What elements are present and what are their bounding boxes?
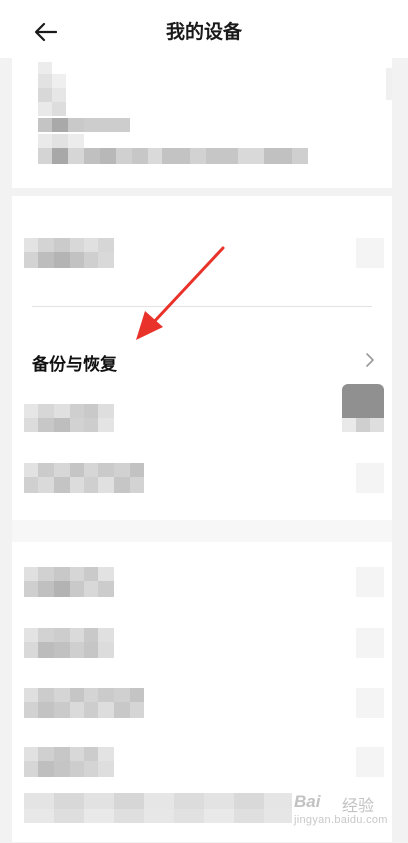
backup-restore-label: 备份与恢复	[32, 355, 117, 374]
chevron-right-icon	[366, 353, 374, 367]
page-title: 我的设备	[165, 22, 242, 43]
settings-list	[12, 196, 392, 842]
watermark-name: 经验	[342, 798, 375, 815]
watermark-url: jingyan.baidu.com	[294, 814, 388, 826]
baidu-jingyan-watermark: Bai 经验 jingyan.baidu.com	[294, 792, 404, 832]
watermark-logo: Bai	[294, 792, 321, 811]
header-bar: 我的设备	[0, 0, 408, 58]
device-info-card[interactable]	[12, 58, 392, 188]
section-divider	[32, 306, 372, 307]
